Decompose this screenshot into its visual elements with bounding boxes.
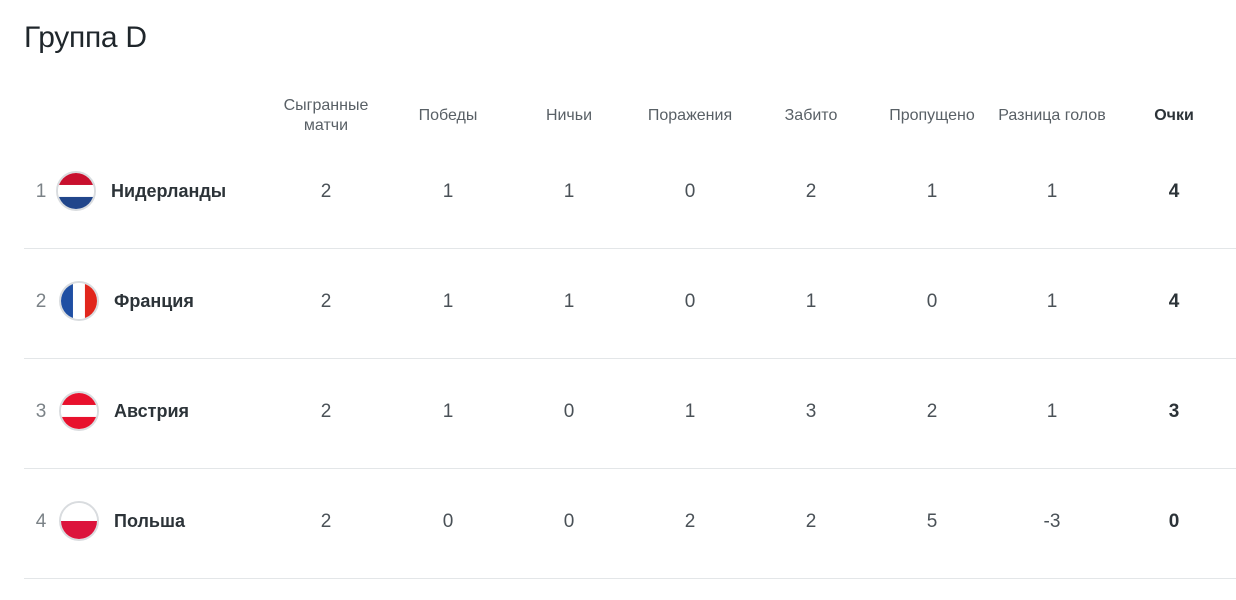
header-goal-diff: Разница голов: [998, 107, 1106, 124]
draws-value: 0: [563, 401, 575, 422]
header-draws: Ничьи: [545, 107, 593, 124]
wins-value: 0: [442, 511, 454, 532]
points-value: 4: [1168, 291, 1180, 312]
scored-value: 2: [805, 181, 817, 202]
draws-value: 0: [563, 511, 575, 532]
losses-value: 0: [684, 291, 696, 312]
points-value: 0: [1168, 511, 1180, 532]
losses-value: 1: [684, 401, 696, 422]
conceded-value: 0: [926, 291, 938, 312]
netherlands-flag-icon: [56, 171, 96, 211]
poland-flag-icon: [59, 501, 99, 541]
team-rank: 1: [35, 181, 47, 202]
header-points: Очки: [1154, 107, 1194, 124]
table-row[interactable]: 4 Польша 2 0 0 2 2 5 -3 0: [24, 469, 1236, 579]
table-row[interactable]: 3 Австрия 2 1 0 1 3 2 1 3: [24, 359, 1236, 469]
points-value: 3: [1168, 401, 1180, 422]
header-wins: Победы: [418, 107, 478, 124]
points-value: 4: [1168, 181, 1180, 202]
header-conceded: Пропущено: [889, 107, 975, 124]
header-losses: Поражения: [647, 107, 733, 124]
conceded-value: 5: [926, 511, 938, 532]
wins-value: 1: [442, 401, 454, 422]
team-name[interactable]: Австрия: [114, 401, 189, 422]
table-row[interactable]: 1 Нидерланды 2 1 1 0 2 1 1 4: [24, 139, 1236, 249]
draws-value: 1: [563, 181, 575, 202]
france-flag-icon: [59, 281, 99, 321]
played-value: 2: [320, 401, 332, 422]
wins-value: 1: [442, 291, 454, 312]
draws-value: 1: [563, 291, 575, 312]
team-rank: 2: [35, 291, 47, 312]
scored-value: 3: [805, 401, 817, 422]
header-scored: Забито: [784, 107, 838, 124]
team-rank: 4: [35, 511, 47, 532]
goal-diff-value: 1: [1046, 181, 1058, 202]
group-title: Группа D: [24, 21, 147, 54]
losses-value: 0: [684, 181, 696, 202]
conceded-value: 1: [926, 181, 938, 202]
team-rank: 3: [35, 401, 47, 422]
team-name[interactable]: Франция: [114, 291, 194, 312]
goal-diff-value: 1: [1046, 401, 1058, 422]
conceded-value: 2: [926, 401, 938, 422]
played-value: 2: [320, 181, 332, 202]
team-name[interactable]: Польша: [114, 511, 185, 532]
austria-flag-icon: [59, 391, 99, 431]
goal-diff-value: -3: [1043, 511, 1061, 532]
wins-value: 1: [442, 181, 454, 202]
team-name[interactable]: Нидерланды: [111, 181, 226, 202]
losses-value: 2: [684, 511, 696, 532]
scored-value: 2: [805, 511, 817, 532]
standings-header: Сыгранные матчи Победы Ничьи Поражения З…: [0, 94, 1236, 138]
header-played: Сыгранные матчи: [283, 97, 369, 134]
played-value: 2: [320, 511, 332, 532]
scored-value: 1: [805, 291, 817, 312]
goal-diff-value: 1: [1046, 291, 1058, 312]
table-row[interactable]: 2 Франция 2 1 1 0 1 0 1 4: [24, 249, 1236, 359]
played-value: 2: [320, 291, 332, 312]
